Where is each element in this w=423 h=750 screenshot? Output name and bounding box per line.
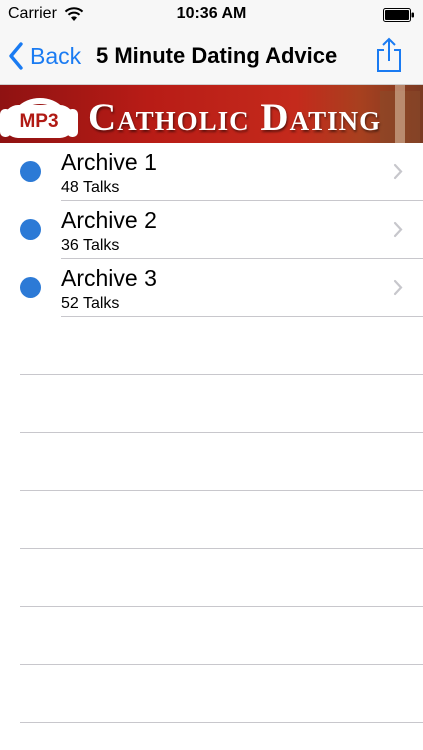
status-bar: Carrier 10:36 AM [0,0,423,30]
back-button[interactable]: Back [8,40,81,72]
list-item-archive-2[interactable]: Archive 2 36 Talks [0,201,423,259]
mp3-badge: MP3 [19,111,59,132]
empty-row-divider [20,664,423,665]
list-item-archive-1[interactable]: Archive 1 48 Talks [0,143,423,201]
empty-row-divider [20,722,423,723]
item-title: Archive 3 [61,265,157,291]
empty-row-divider [20,548,423,549]
navigation-bar: Back 5 Minute Dating Advice [0,30,423,85]
item-subtitle: 52 Talks [61,295,120,312]
unread-dot-icon [20,161,41,182]
chevron-right-icon [393,221,403,238]
battery-icon [383,8,414,22]
catholic-dating-banner: MP3 Catholic Dating [0,85,423,143]
banner-title: Catholic Dating [88,96,382,139]
share-icon[interactable] [375,37,403,73]
empty-row-divider [20,374,423,375]
item-subtitle: 48 Talks [61,179,120,196]
empty-row-divider [20,432,423,433]
row-divider [61,316,423,317]
empty-row-divider [20,490,423,491]
empty-row-divider [20,606,423,607]
status-time: 10:36 AM [176,5,247,22]
chevron-right-icon [393,163,403,180]
unread-dot-icon [20,219,41,240]
page-title: 5 Minute Dating Advice [96,43,338,68]
back-label: Back [30,42,82,69]
unread-dot-icon [20,277,41,298]
list-item-archive-3[interactable]: Archive 3 52 Talks [0,259,423,317]
item-subtitle: 36 Talks [61,237,120,254]
archive-list: Archive 1 48 Talks Archive 2 36 Talks Ar… [0,143,423,317]
item-title: Archive 2 [61,207,157,233]
chevron-right-icon [393,279,403,296]
chevron-left-icon [9,42,23,70]
item-title: Archive 1 [61,149,157,175]
